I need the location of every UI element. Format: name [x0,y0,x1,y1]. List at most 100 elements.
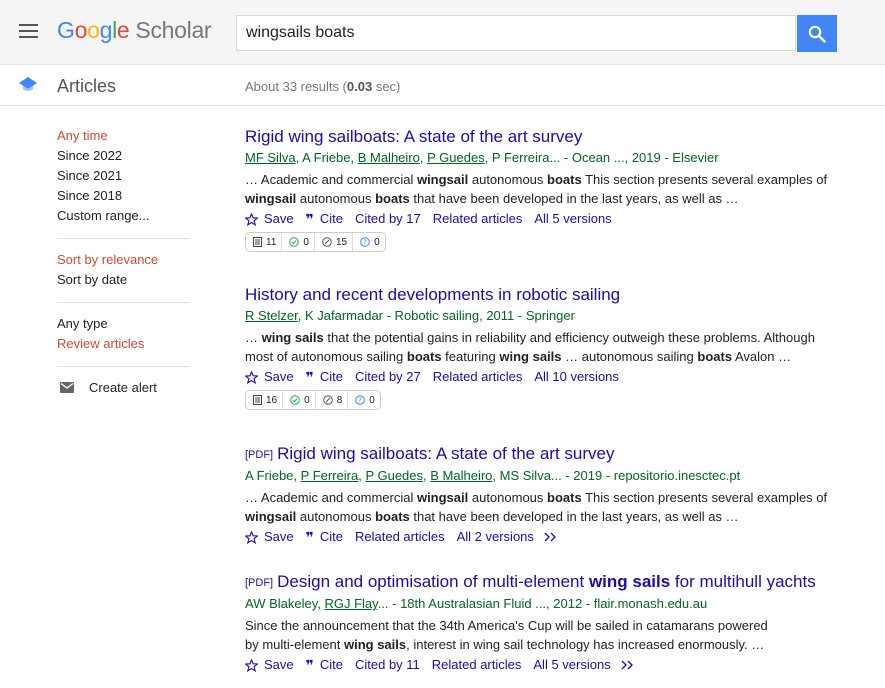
badge-contrasting: ? 0 [353,233,385,251]
quote-icon: ❞ [305,369,314,385]
header: Google Scholar [0,0,885,64]
author-link: MF Silva [245,150,296,165]
cite-button[interactable]: ❞ Cite [306,657,343,673]
result-actions: Save ❞ Cite Cited by 27 Related articles … [245,369,835,385]
envelope-icon [60,382,74,393]
sort-by-relevance[interactable]: Sort by relevance [57,252,189,272]
cited-by-link[interactable]: Cited by 17 [355,211,421,227]
star-icon [245,530,258,544]
search-icon [808,25,826,43]
filter-since-2021[interactable]: Since 2021 [57,168,189,188]
badge-publications: 11 [246,233,283,251]
more-chevron-icon[interactable] [544,532,558,542]
menu-icon[interactable] [19,24,38,40]
cited-by-link[interactable]: Cited by 11 [355,657,420,673]
related-articles-link[interactable]: Related articles [355,529,445,545]
divider [57,366,189,367]
save-button[interactable]: Save [245,369,294,385]
filter-since-2018[interactable]: Since 2018 [57,188,189,208]
badge-publications: 16 [246,391,284,409]
google-scholar-logo[interactable]: Google Scholar [57,17,212,44]
result-authors: AW Blakeley, RGJ Flay... - 18th Australa… [245,596,708,611]
pdf-tag: [PDF] [245,577,274,589]
result-snippet: … wing sails that the potential gains in… [245,330,815,364]
result-item: Rigid wing sailboats: A state of the art… [245,127,835,285]
scite-badge[interactable]: 16 0 8 ? 0 [245,390,381,410]
result-title[interactable]: [PDF] Rigid wing sailboats: A state of th… [245,444,835,465]
svg-text:?: ? [363,239,367,247]
result-count: About 33 results (0.03 sec) [245,79,401,94]
subheader: Articles About 33 results (0.03 sec) [0,64,885,106]
results-list: Rigid wing sailboats: A state of the art… [245,127,835,673]
create-alert-button[interactable]: Create alert [57,380,189,395]
slash-circle-icon [322,395,333,405]
result-snippet: … Academic and commercial wingsail auton… [245,490,828,524]
create-alert-label: Create alert [89,380,157,395]
save-button[interactable]: Save [245,657,294,673]
author-link: RGJ Flay [324,596,378,611]
cite-button[interactable]: ❞ Cite [306,211,343,227]
sort-by-date[interactable]: Sort by date [57,272,189,292]
author-link: P Guedes [427,150,485,165]
question-circle-icon: ? [360,237,370,247]
all-versions-link[interactable]: All 2 versions [457,529,534,545]
filter-any-type[interactable]: Any type [57,316,189,336]
badge-mentioning: 8 [316,391,349,409]
author-link: R Stelzer [245,308,298,323]
badge-supporting: 0 [282,233,315,251]
graduation-cap-icon [19,77,37,91]
check-circle-icon [289,237,300,247]
cite-button[interactable]: ❞ Cite [306,529,343,545]
quote-icon: ❞ [305,657,314,673]
all-versions-link[interactable]: All 5 versions [534,211,611,227]
question-circle-icon: ? [355,395,366,405]
badge-supporting: 0 [283,391,316,409]
result-item: [PDF] Design and optimisation of multi-el… [245,572,835,673]
star-icon [245,658,258,672]
result-snippet: … Academic and commercial wingsail auton… [245,172,828,206]
scite-badge[interactable]: 11 0 15 ? 0 [245,232,386,252]
result-authors: MF Silva, A Friebe, B Malheiro, P Guedes… [245,150,719,165]
result-authors: R Stelzer, K Jafarmadar - Robotic sailin… [245,308,575,323]
all-versions-link[interactable]: All 5 versions [533,657,610,673]
more-chevron-icon[interactable] [621,660,635,670]
all-versions-link[interactable]: All 10 versions [534,369,619,385]
result-item: [PDF] Rigid wing sailboats: A state of th… [245,444,835,572]
filter-any-time[interactable]: Any time [57,128,189,148]
related-articles-link[interactable]: Related articles [433,369,523,385]
badge-contrasting: ? 0 [348,391,380,409]
slash-circle-icon [322,237,332,247]
cited-by-link[interactable]: Cited by 27 [355,369,421,385]
svg-text:?: ? [358,397,362,405]
filter-custom-range[interactable]: Custom range... [57,208,189,228]
result-title[interactable]: History and recent developments in robot… [245,285,835,305]
related-articles-link[interactable]: Related articles [433,211,523,227]
cite-button[interactable]: ❞ Cite [306,369,343,385]
quote-icon: ❞ [305,529,314,545]
result-actions: Save ❞ Cite Cited by 11 Related articles … [245,657,835,673]
save-button[interactable]: Save [245,211,294,227]
badge-mentioning: 15 [315,233,354,251]
result-authors: A Friebe, P Ferreira, P Guedes, B Malhei… [245,468,741,483]
page-title: Articles [57,76,117,96]
related-articles-link[interactable]: Related articles [432,657,522,673]
save-button[interactable]: Save [245,529,294,545]
author-link: P Guedes [365,468,424,483]
author-link: B Malheiro [357,150,420,165]
quote-icon: ❞ [305,211,314,227]
divider [57,238,189,239]
pdf-tag: [PDF] [245,449,274,461]
search-input[interactable] [237,16,795,50]
result-title[interactable]: Rigid wing sailboats: A state of the art… [245,127,835,147]
search-button[interactable] [797,15,837,52]
author-link: P Ferreira [300,468,359,483]
filter-since-2022[interactable]: Since 2022 [57,148,189,168]
document-icon [253,395,262,405]
star-icon [245,370,258,384]
filter-review-articles[interactable]: Review articles [57,336,189,356]
result-actions: Save ❞ Cite Cited by 17 Related articles … [245,211,835,227]
document-icon [253,237,262,247]
result-title[interactable]: [PDF] Design and optimisation of multi-el… [245,572,835,593]
sidebar: Any time Since 2022 Since 2021 Since 201… [57,128,189,395]
author-link: B Malheiro [430,468,493,483]
